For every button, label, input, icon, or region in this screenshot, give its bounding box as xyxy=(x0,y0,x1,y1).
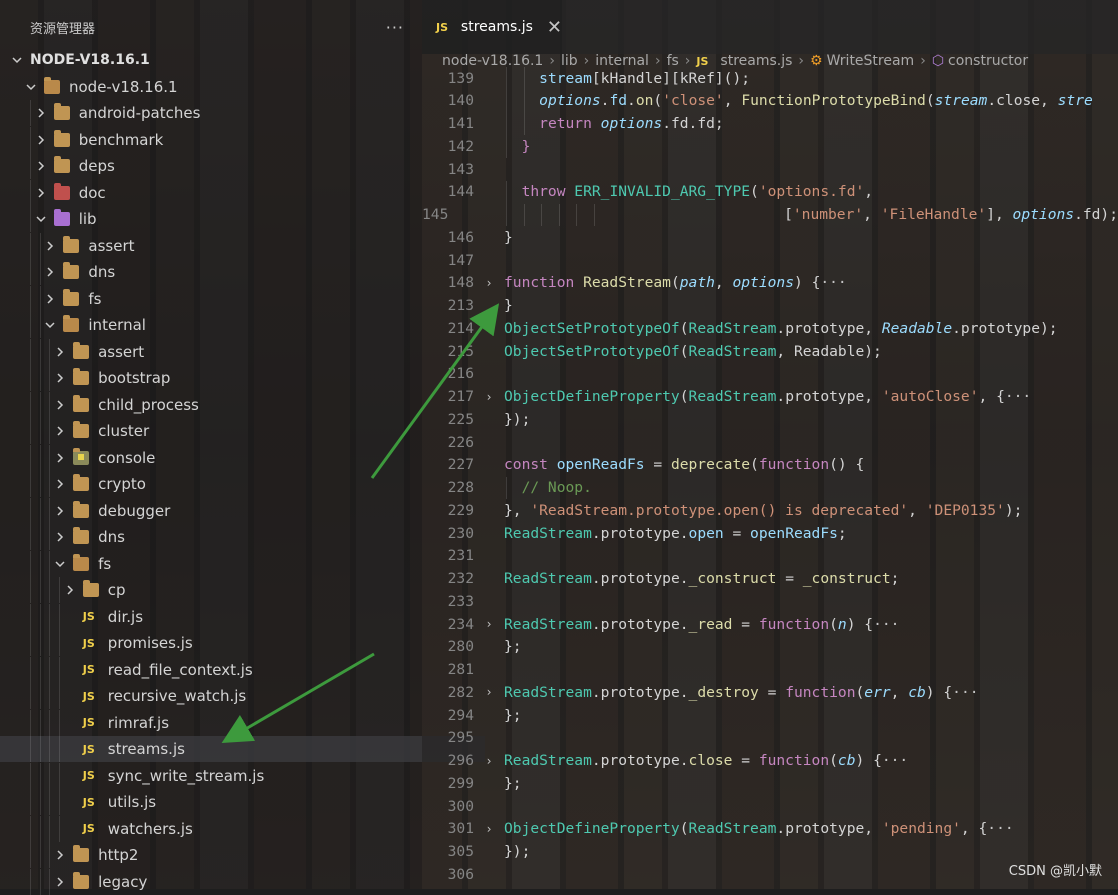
arrow-to-streams-js xyxy=(221,652,375,744)
annotation-arrows xyxy=(221,303,500,744)
arrow-to-readstream xyxy=(370,303,500,479)
